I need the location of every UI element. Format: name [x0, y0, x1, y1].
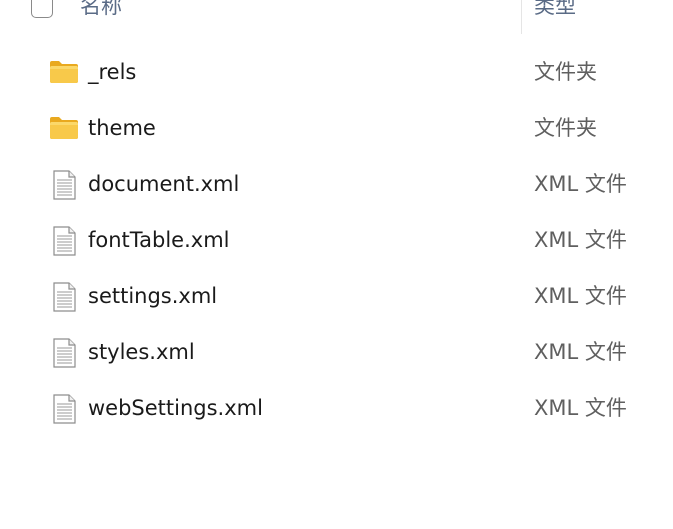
- list-item[interactable]: document.xml XML 文件: [0, 156, 673, 212]
- file-name: styles.xml: [88, 340, 195, 364]
- file-name: document.xml: [88, 172, 240, 196]
- document-icon: [49, 282, 79, 312]
- select-all-checkbox[interactable]: [31, 0, 53, 18]
- file-name: webSettings.xml: [88, 396, 263, 420]
- file-name: theme: [88, 116, 156, 140]
- file-explorer: 名称 类型 _rels 文件夹 theme 文件夹 document.xml X…: [0, 0, 673, 529]
- column-header-type[interactable]: 类型: [534, 0, 576, 20]
- document-icon: [49, 170, 79, 200]
- list-item[interactable]: _rels 文件夹: [0, 44, 673, 100]
- file-type: XML 文件: [534, 284, 627, 308]
- list-item[interactable]: styles.xml XML 文件: [0, 324, 673, 380]
- file-type: XML 文件: [534, 340, 627, 364]
- list-item[interactable]: theme 文件夹: [0, 100, 673, 156]
- file-name: fontTable.xml: [88, 228, 230, 252]
- column-header: 名称 类型: [0, 0, 673, 36]
- column-header-name[interactable]: 名称: [80, 0, 122, 20]
- document-icon: [49, 394, 79, 424]
- list-item[interactable]: fontTable.xml XML 文件: [0, 212, 673, 268]
- file-type: XML 文件: [534, 228, 627, 252]
- file-list: _rels 文件夹 theme 文件夹 document.xml XML 文件 …: [0, 44, 673, 436]
- file-type: 文件夹: [534, 116, 597, 140]
- file-type: 文件夹: [534, 60, 597, 84]
- file-type: XML 文件: [534, 396, 627, 420]
- folder-icon: [49, 58, 79, 88]
- column-divider[interactable]: [521, 0, 522, 34]
- folder-icon: [49, 114, 79, 144]
- document-icon: [49, 226, 79, 256]
- file-name: settings.xml: [88, 284, 218, 308]
- list-item[interactable]: webSettings.xml XML 文件: [0, 380, 673, 436]
- document-icon: [49, 338, 79, 368]
- list-item[interactable]: settings.xml XML 文件: [0, 268, 673, 324]
- file-name: _rels: [88, 60, 137, 84]
- file-type: XML 文件: [534, 172, 627, 196]
